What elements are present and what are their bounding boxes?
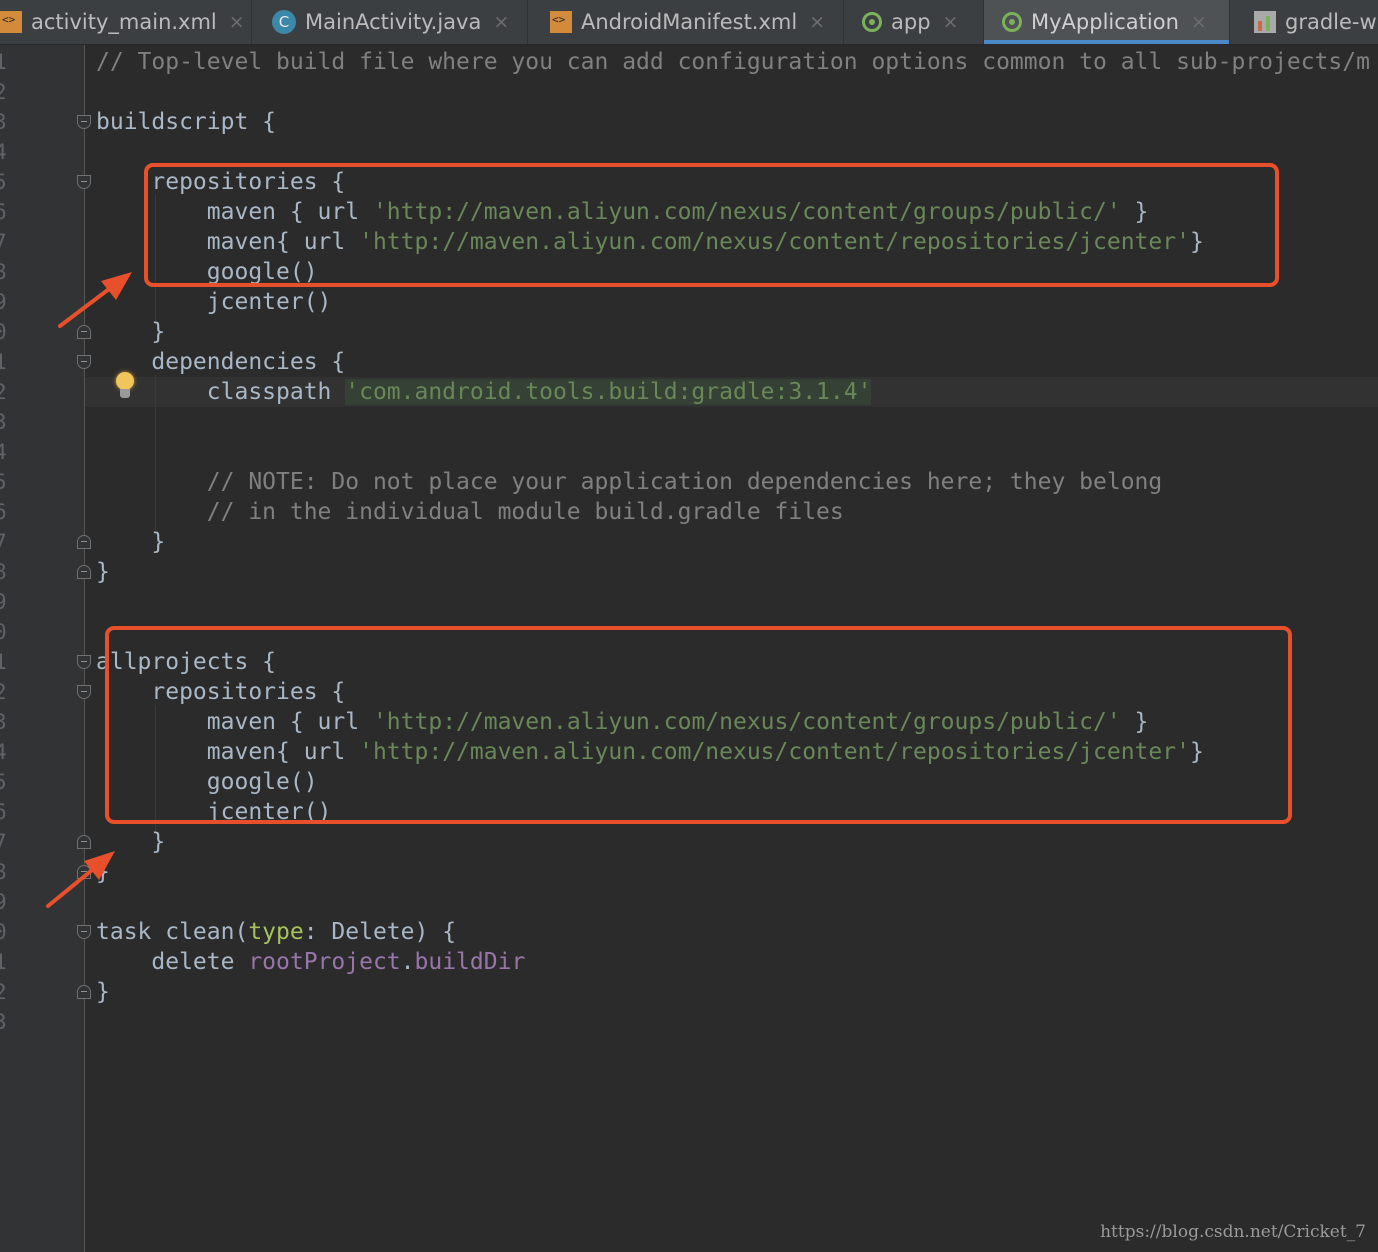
property-reference: rootProject (248, 949, 401, 975)
code-line: // Top-level build file where you can ad… (96, 49, 1370, 75)
highlight-box-buildscript-repositories (144, 163, 1279, 287)
line-number: 3 (0, 410, 7, 434)
line-number: 1 (0, 350, 7, 374)
line-number: 3 (0, 710, 7, 734)
highlight-box-allprojects-repositories (105, 626, 1292, 824)
line-number: 3 (0, 1010, 7, 1034)
fold-toggle-icon[interactable] (77, 175, 91, 189)
fold-toggle-icon[interactable] (77, 655, 91, 669)
string-literal: 'com.android.tools.build:gradle:3.1.4' (345, 379, 872, 405)
line-number: 6 (0, 200, 7, 224)
line-number: 5 (0, 170, 7, 194)
fold-toggle-icon[interactable] (77, 865, 91, 879)
line-number: 8 (0, 560, 7, 584)
line-number: 9 (0, 290, 7, 314)
line-number: 4 (0, 740, 7, 764)
line-number: 3 (0, 110, 7, 134)
line-number: 7 (0, 230, 7, 254)
code-line: dependencies { (96, 349, 346, 375)
line-number: 4 (0, 440, 7, 464)
code-comment: // NOTE: Do not place your application d… (96, 469, 1163, 495)
tab-app[interactable]: app × (844, 0, 984, 44)
fold-toggle-icon[interactable] (77, 355, 91, 369)
tab-mainactivity-java[interactable]: C MainActivity.java × (252, 0, 528, 44)
gradle-module-icon (1002, 12, 1022, 32)
line-number: 2 (0, 80, 7, 104)
code-line: buildscript { (96, 109, 277, 135)
line-number: 0 (0, 620, 7, 644)
line-number: 8 (0, 260, 7, 284)
fold-toggle-icon[interactable] (77, 985, 91, 999)
line-number: 1 (0, 50, 7, 74)
code-line: } (96, 559, 110, 585)
property-reference: buildDir (414, 949, 526, 975)
gradle-module-icon (862, 12, 882, 32)
line-number: 5 (0, 770, 7, 794)
line-number: 0 (0, 320, 7, 344)
line-number: 4 (0, 140, 7, 164)
code-line: task clean(type: Delete) { (96, 919, 457, 945)
tab-myapplication[interactable]: MyApplication × (984, 0, 1230, 44)
fold-toggle-icon[interactable] (77, 535, 91, 549)
line-number: 2 (0, 980, 7, 1004)
close-icon[interactable]: × (493, 11, 509, 33)
code-line: classpath 'com.android.tools.build:gradl… (96, 379, 872, 405)
tab-label: activity_main.xml (31, 10, 217, 34)
code-line: } (96, 859, 110, 885)
fold-toggle-icon[interactable] (77, 325, 91, 339)
fold-toggle-icon[interactable] (77, 925, 91, 939)
gutter-divider (84, 45, 85, 1252)
line-number: 1 (0, 650, 7, 674)
gradle-wrapper-icon (1254, 11, 1276, 33)
code-line: delete rootProject.buildDir (96, 949, 526, 975)
line-number-gutter[interactable]: 1 2 3 4 5 6 7 8 9 0 1 2 3 4 5 6 7 8 9 0 … (0, 45, 84, 1252)
code-comment: // in the individual module build.gradle… (96, 499, 844, 525)
line-number: 6 (0, 500, 7, 524)
tab-label: AndroidManifest.xml (581, 10, 798, 34)
close-icon[interactable]: × (229, 11, 245, 33)
fold-toggle-icon[interactable] (77, 685, 91, 699)
line-number: 7 (0, 530, 7, 554)
code-line: } (96, 979, 110, 1005)
line-number: 7 (0, 830, 7, 854)
line-number: 8 (0, 860, 7, 884)
line-number: 0 (0, 920, 7, 944)
line-number: 6 (0, 800, 7, 824)
line-number: 2 (0, 380, 7, 404)
named-parameter: type (248, 919, 304, 945)
line-number: 2 (0, 680, 7, 704)
fold-toggle-icon[interactable] (77, 565, 91, 579)
line-number: 5 (0, 470, 7, 494)
code-line: } (96, 529, 166, 555)
java-class-icon: C (272, 10, 296, 34)
watermark: https://blog.csdn.net/Cricket_7 (1100, 1222, 1366, 1242)
code-line: } (96, 829, 166, 855)
tab-label: MainActivity.java (305, 10, 482, 34)
fold-toggle-icon[interactable] (77, 115, 91, 129)
tab-gradle-wrapper[interactable]: gradle-w (1230, 0, 1378, 44)
manifest-file-icon (550, 11, 572, 33)
line-number: 9 (0, 890, 7, 914)
tab-activity-main-xml[interactable]: activity_main.xml × (0, 0, 252, 44)
line-number: 9 (0, 590, 7, 614)
xml-file-icon (0, 11, 22, 33)
code-line: jcenter() (96, 289, 332, 315)
tab-label: gradle-w (1285, 10, 1377, 34)
close-icon[interactable]: × (943, 11, 959, 33)
editor-tab-bar: activity_main.xml × C MainActivity.java … (0, 0, 1378, 45)
close-icon[interactable]: × (1191, 11, 1207, 33)
tab-label: app (891, 10, 931, 34)
close-icon[interactable]: × (809, 11, 825, 33)
fold-toggle-icon[interactable] (77, 835, 91, 849)
line-number: 1 (0, 950, 7, 974)
code-line: } (96, 319, 166, 345)
tab-androidmanifest-xml[interactable]: AndroidManifest.xml × (528, 0, 844, 44)
tab-label: MyApplication (1031, 10, 1179, 34)
